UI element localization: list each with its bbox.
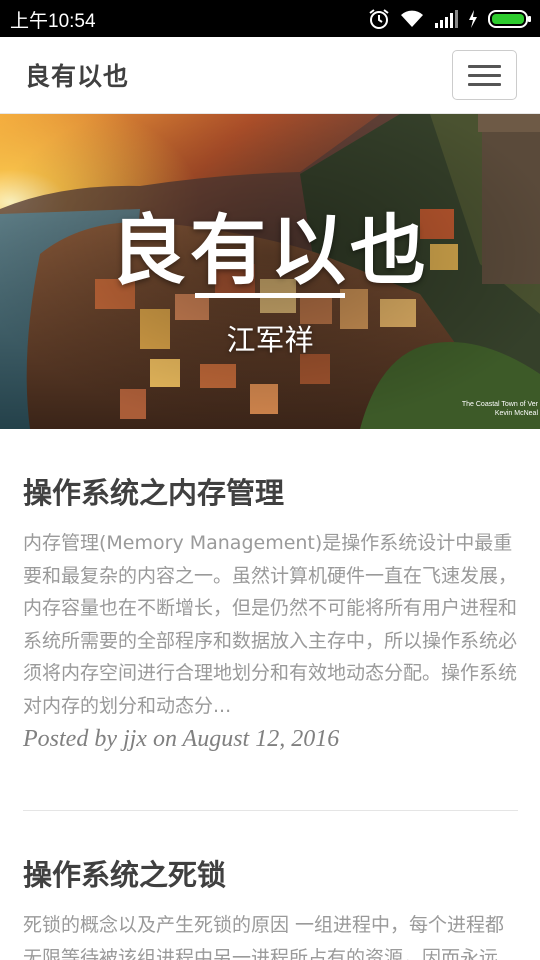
battery-icon [488,10,531,28]
alarm-icon [369,9,389,29]
status-icons [368,7,532,31]
charging-icon [469,10,477,28]
hero-title: 良有以也 [110,206,430,295]
post-divider [23,810,518,811]
hero-photo-credit: The Coastal Town of Ver Kevin McNeal [462,400,538,418]
site-brand-link[interactable]: 良有以也 [25,57,129,93]
signal-icon [435,10,458,28]
status-time: 上午10:54 [10,11,96,32]
navbar: 良有以也 [0,37,540,114]
post-meta: Posted by jjx on August 12, 2016 [23,726,340,752]
hero-photo-credit-line: Kevin McNeal [494,410,538,417]
hero-photo-credit-line: The Coastal Town of Ver [461,401,538,408]
post-preview[interactable]: 操作系统之内存管理 内存管理(Memory Management)是操作系统设计… [23,473,518,753]
post-title-link[interactable]: 操作系统之死锁 [23,855,518,895]
hero-subtitle: 江军祥 [226,323,314,357]
wifi-icon [401,10,423,27]
menu-toggle-button[interactable] [452,50,517,100]
hamburger-icon-line [468,73,501,77]
hamburger-icon [468,64,501,68]
hero-banner: 良有以也 江军祥 The Coastal Town of Ver Kevin M… [0,114,540,429]
post-preview[interactable]: 操作系统之死锁 死锁的概念以及产生死锁的原因 一组进程中，每个进程都无限等待被该… [23,855,518,960]
hero-divider [195,293,345,298]
status-bar: 上午10:54 [0,0,540,37]
post-excerpt: 死锁的概念以及产生死锁的原因 一组进程中，每个进程都无限等待被该组进程中另一进程… [23,914,505,960]
hamburger-icon-line [468,82,501,86]
post-title-link[interactable]: 操作系统之内存管理 [23,473,518,513]
post-excerpt: 内存管理(Memory Management)是操作系统设计中最重要和最复杂的内… [23,532,518,717]
